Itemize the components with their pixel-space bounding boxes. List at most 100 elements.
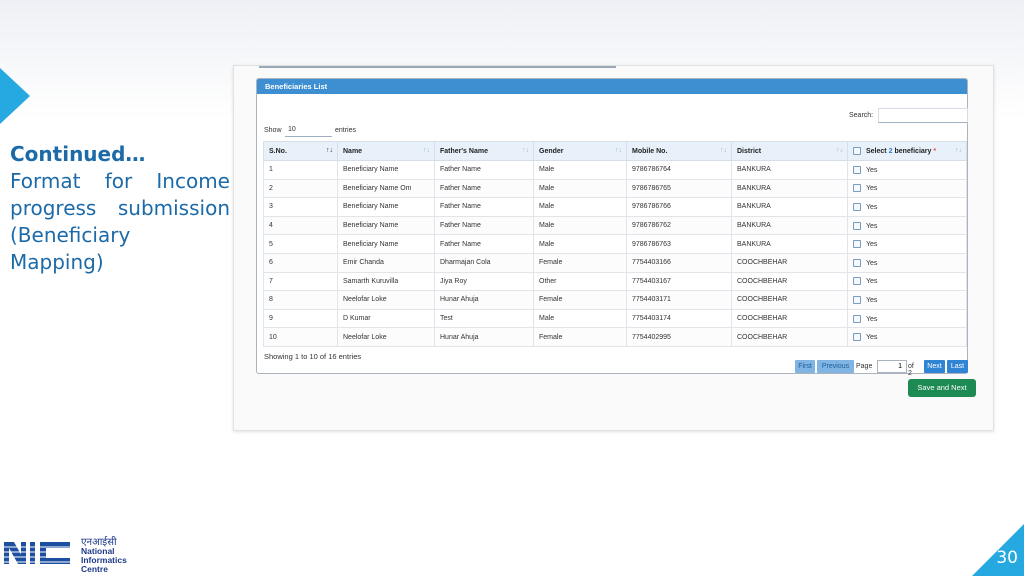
cell-mobile: 7754403171 bbox=[626, 290, 732, 310]
cell-district: BANKURA bbox=[731, 234, 848, 254]
cell-gender: Male bbox=[533, 234, 627, 254]
slide-description: Continued… Format for Income progress su… bbox=[10, 141, 230, 276]
search-input[interactable] bbox=[878, 108, 968, 123]
save-and-next-button[interactable]: Save and Next bbox=[908, 379, 976, 397]
cell-select: Yes bbox=[847, 308, 967, 329]
select-label: Yes bbox=[866, 278, 878, 286]
cell-gender: Female bbox=[533, 252, 627, 273]
sort-icon: ↑↓ bbox=[615, 147, 622, 154]
select-label: Yes bbox=[866, 222, 878, 230]
page-number-input[interactable]: 1 bbox=[877, 360, 907, 373]
col-gender[interactable]: Gender ↑↓ bbox=[533, 141, 627, 161]
select-beneficiary-checkbox[interactable] bbox=[853, 240, 861, 249]
nic-english-name: National Informatics Centre bbox=[81, 546, 127, 574]
select-label: Yes bbox=[866, 185, 878, 193]
cell-mobile: 9786786763 bbox=[626, 234, 732, 254]
select-beneficiary-checkbox[interactable] bbox=[853, 221, 861, 230]
cell-gender: Other bbox=[533, 271, 627, 292]
cell-father: Father Name bbox=[434, 234, 534, 254]
cell-gender: Female bbox=[533, 290, 627, 310]
show-label: Show bbox=[264, 127, 282, 134]
select-beneficiary-checkbox[interactable] bbox=[853, 314, 861, 323]
cell-district: BANKURA bbox=[731, 160, 848, 180]
table-row: 1 Beneficiary Name Father Name Male 97867867… bbox=[263, 160, 967, 180]
cell-district: COOCHBEHAR bbox=[731, 271, 848, 292]
cell-district: COOCHBEHAR bbox=[731, 252, 848, 273]
table-row: 8 Neelofar Loke Hunar Ahuja Female 775440317… bbox=[263, 290, 967, 310]
app-screenshot: Beneficiaries List Search: Show 10 entri… bbox=[233, 65, 994, 431]
table-row: 2 Beneficiary Name Om Father Name Male 97867… bbox=[263, 178, 967, 199]
cell-sno: 2 bbox=[263, 178, 338, 199]
select-label: Yes bbox=[866, 296, 878, 304]
select-all-checkbox[interactable] bbox=[853, 147, 861, 155]
page-size-select[interactable]: 10 bbox=[285, 124, 332, 137]
first-page-button[interactable]: First bbox=[795, 360, 815, 373]
sort-icon: ↑↓ bbox=[955, 147, 962, 154]
select-beneficiary-checkbox[interactable] bbox=[853, 333, 861, 342]
slide-page-number: 30 bbox=[996, 548, 1018, 568]
sort-icon: ↑↓ bbox=[720, 147, 727, 154]
col-sno[interactable]: S.No. ↑↓ bbox=[263, 141, 338, 161]
select-label: Yes bbox=[866, 203, 878, 211]
cell-sno: 1 bbox=[263, 160, 338, 180]
cell-father: Father Name bbox=[434, 178, 534, 199]
table-row: 7 Samarth Kuruvilla Jiya Roy Other 775440316… bbox=[263, 271, 967, 292]
cell-district: BANKURA bbox=[731, 178, 848, 199]
cell-name: Beneficiary Name bbox=[337, 160, 435, 180]
col-father-name[interactable]: Father's Name ↑↓ bbox=[434, 141, 534, 161]
cell-select: Yes bbox=[847, 197, 967, 217]
table-row: 10 Neelofar Loke Hunar Ahuja Female 77544029… bbox=[263, 327, 967, 347]
slide-heading: Continued… bbox=[10, 142, 146, 166]
search-label: Search: bbox=[849, 112, 874, 119]
cell-mobile: 7754402995 bbox=[626, 327, 732, 347]
cell-select: Yes bbox=[847, 178, 967, 199]
col-select[interactable]: Select 2 beneficiary * ↑↓ bbox=[847, 141, 967, 161]
select-label: Yes bbox=[866, 166, 878, 174]
cell-name: Neelofar Loke bbox=[337, 290, 435, 310]
select-beneficiary-checkbox[interactable] bbox=[853, 184, 861, 193]
cell-district: COOCHBEHAR bbox=[731, 290, 848, 310]
entries-label: entries bbox=[335, 127, 357, 134]
cell-father: Test bbox=[434, 308, 534, 329]
page-total-label: of 2 bbox=[908, 363, 914, 377]
last-page-button[interactable]: Last bbox=[947, 360, 968, 373]
cell-sno: 3 bbox=[263, 197, 338, 217]
select-beneficiary-checkbox[interactable] bbox=[853, 277, 861, 286]
nic-logo: एनआईसी National Informatics Centre bbox=[4, 534, 134, 574]
nic-logo-mark bbox=[4, 542, 78, 564]
select-beneficiary-checkbox[interactable] bbox=[853, 202, 861, 211]
select-beneficiary-checkbox[interactable] bbox=[853, 295, 861, 304]
select-label: Yes bbox=[866, 315, 878, 323]
col-name[interactable]: Name ↑↓ bbox=[337, 141, 435, 161]
previous-page-button[interactable]: Previous bbox=[817, 360, 854, 373]
tab-underline bbox=[259, 66, 616, 68]
cell-select: Yes bbox=[847, 160, 967, 180]
cell-select: Yes bbox=[847, 215, 967, 236]
cell-gender: Male bbox=[533, 178, 627, 199]
cell-name: Beneficiary Name Om bbox=[337, 178, 435, 199]
cell-gender: Female bbox=[533, 327, 627, 347]
next-page-button[interactable]: Next bbox=[924, 360, 945, 373]
sort-icon: ↑↓ bbox=[522, 147, 529, 154]
cell-father: Hunar Ahuja bbox=[434, 290, 534, 310]
cell-father: Jiya Roy bbox=[434, 271, 534, 292]
cell-gender: Male bbox=[533, 308, 627, 329]
cell-gender: Male bbox=[533, 215, 627, 236]
cell-name: Neelofar Loke bbox=[337, 327, 435, 347]
select-label: Yes bbox=[866, 333, 878, 341]
cell-name: Beneficiary Name bbox=[337, 215, 435, 236]
cell-sno: 6 bbox=[263, 252, 338, 273]
sort-icon: ↑↓ bbox=[836, 147, 843, 154]
cell-mobile: 9786786766 bbox=[626, 197, 732, 217]
cell-name: Emir Chanda bbox=[337, 252, 435, 273]
cell-name: Beneficiary Name bbox=[337, 234, 435, 254]
cell-mobile: 9786786762 bbox=[626, 215, 732, 236]
select-beneficiary-checkbox[interactable] bbox=[853, 258, 861, 267]
cell-mobile: 7754403166 bbox=[626, 252, 732, 273]
cell-sno: 8 bbox=[263, 290, 338, 310]
select-beneficiary-checkbox[interactable] bbox=[853, 165, 861, 174]
cell-sno: 5 bbox=[263, 234, 338, 254]
cell-father: Hunar Ahuja bbox=[434, 327, 534, 347]
col-district[interactable]: District ↑↓ bbox=[731, 141, 848, 161]
col-mobile[interactable]: Mobile No. ↑↓ bbox=[626, 141, 732, 161]
